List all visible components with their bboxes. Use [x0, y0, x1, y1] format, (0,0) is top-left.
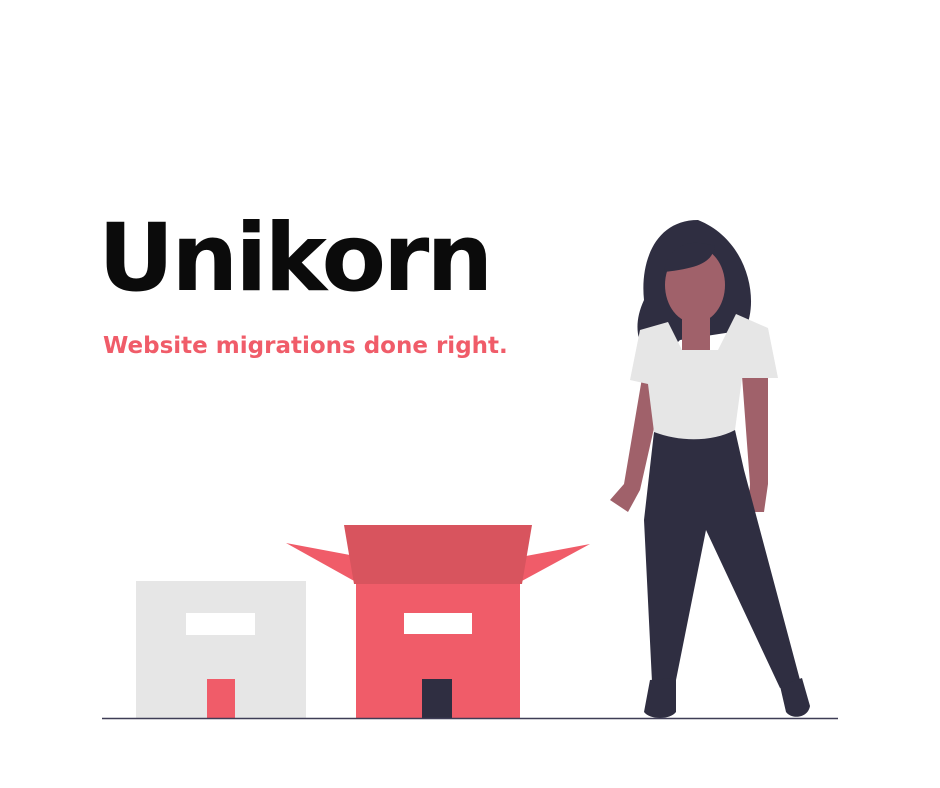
red-box-back-lid [344, 525, 532, 584]
migration-illustration [102, 220, 838, 720]
left-shoe [644, 678, 676, 718]
closed-grey-box [136, 581, 306, 718]
grey-box-label [186, 613, 255, 635]
red-box-door [422, 679, 452, 718]
standing-woman [610, 220, 810, 718]
red-box-label [404, 613, 472, 634]
grey-box-door [207, 679, 235, 718]
red-box-right-flap [520, 544, 590, 582]
open-red-box [286, 525, 590, 718]
pants [644, 430, 800, 688]
red-box-left-flap [286, 543, 356, 582]
neck [682, 310, 710, 350]
